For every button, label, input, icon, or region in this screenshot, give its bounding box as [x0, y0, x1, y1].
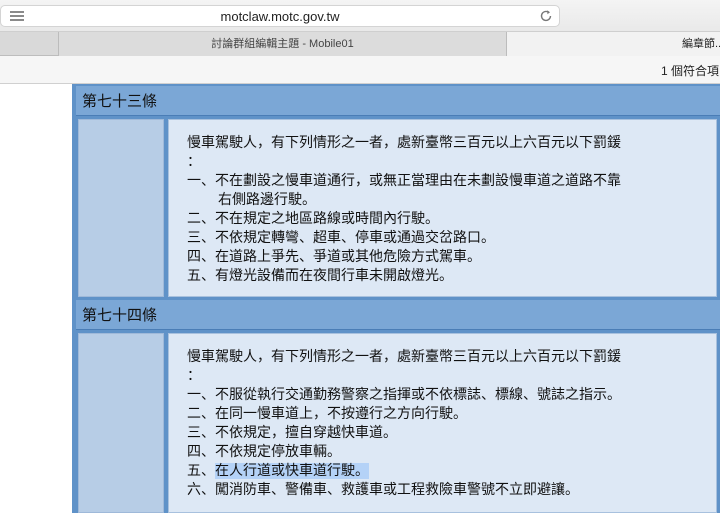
tab-mobile01[interactable]: 討論群組編輯主題 - Mobile01: [58, 32, 506, 56]
law-table: 第七十三條 慢車駕駛人，有下列情形之一者，處新臺幣三百元以上六百元以下罰鍰 ： …: [72, 84, 720, 513]
url-text[interactable]: motclaw.motc.gov.tw: [1, 9, 559, 24]
reload-icon[interactable]: [539, 9, 553, 23]
article-73-line: 慢車駕駛人，有下列情形之一者，處新臺幣三百元以上六百元以下罰鍰: [187, 135, 621, 151]
find-bar: 1 個符合項目: [0, 56, 720, 84]
article-73-text: 慢車駕駛人，有下列情形之一者，處新臺幣三百元以上六百元以下罰鍰 ： 一、不在劃設…: [168, 119, 717, 297]
article-74-text: 慢車駕駛人，有下列情形之一者，處新臺幣三百元以上六百元以下罰鍰 ： 一、不服從執…: [168, 333, 717, 513]
article-74-line: 三、不依規定，擅自穿越快車道。: [187, 425, 397, 441]
article-73-header: 第七十三條: [76, 86, 720, 116]
article-74-body: 慢車駕駛人，有下列情形之一者，處新臺幣三百元以上六百元以下罰鍰 ： 一、不服從執…: [76, 331, 720, 513]
url-field[interactable]: motclaw.motc.gov.tw: [0, 5, 560, 27]
article-73-line: 右側路邊行駛。: [218, 192, 316, 208]
article-74-line: 二、在同一慢車道上，不按遵行之方向行駛。: [187, 406, 467, 422]
tab-law[interactable]: 編章節...: [506, 32, 720, 56]
article-73-line: 一、不在劃設之慢車道通行，或無正當理由在未劃設慢車道之道路不靠: [187, 173, 621, 189]
article-74-line: 五、在人行道或快車道行駛。: [187, 462, 698, 481]
article-73-number-cell: [78, 119, 164, 297]
article-73-line: 四、在道路上爭先、爭道或其他危險方式駕車。: [187, 249, 481, 265]
tab-bar: 討論群組編輯主題 - Mobile01 編章節...: [0, 32, 720, 56]
line-prefix: 五、: [187, 463, 215, 479]
article-74-header: 第七十四條: [76, 300, 720, 330]
article-73-line: ：: [187, 154, 201, 170]
article-73-line: 五、有燈光設備而在夜間行車未開啟燈光。: [187, 268, 453, 284]
article-74-line: 一、不服從執行交通勤務警察之指揮或不依標誌、標線、號誌之指示。: [187, 387, 621, 403]
address-bar: motclaw.motc.gov.tw: [0, 0, 720, 32]
article-74-number-cell: [78, 333, 164, 513]
article-74-line: ：: [187, 368, 201, 384]
article-74-line: 六、闖消防車、警備車、救護車或工程救險車警號不立即避讓。: [187, 482, 579, 498]
article-73-line: 二、不在規定之地區路線或時間內行駛。: [187, 211, 439, 227]
article-74-line: 慢車駕駛人，有下列情形之一者，處新臺幣三百元以上六百元以下罰鍰: [187, 349, 621, 365]
tab-law-label: 編章節...: [682, 38, 720, 50]
article-74-line: 四、不依規定停放車輛。: [187, 444, 341, 460]
find-match-count: 1 個符合項目: [661, 64, 720, 78]
article-73-line: 三、不依規定轉彎、超車、停車或通過交岔路口。: [187, 230, 495, 246]
search-highlight: 在人行道或快車道行駛。: [215, 463, 369, 479]
page-content: 第七十三條 慢車駕駛人，有下列情形之一者，處新臺幣三百元以上六百元以下罰鍰 ： …: [0, 84, 720, 513]
article-73-body: 慢車駕駛人，有下列情形之一者，處新臺幣三百元以上六百元以下罰鍰 ： 一、不在劃設…: [76, 117, 720, 299]
